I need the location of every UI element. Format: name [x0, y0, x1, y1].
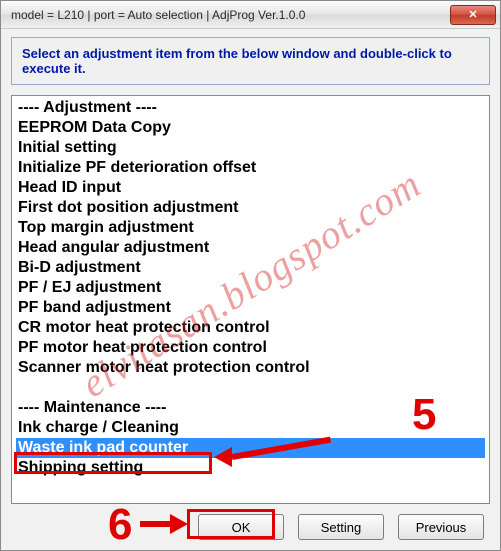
previous-button-label: Previous	[416, 520, 467, 535]
setting-button-label: Setting	[321, 520, 361, 535]
client-area: Select an adjustment item from the below…	[1, 29, 500, 550]
list-item[interactable]: EEPROM Data Copy	[16, 118, 485, 138]
list-item[interactable]: PF / EJ adjustment	[16, 278, 485, 298]
previous-button[interactable]: Previous	[398, 514, 484, 540]
list-item[interactable]: Waste ink pad counter	[16, 438, 485, 458]
list-item[interactable]: Initial setting	[16, 138, 485, 158]
annotation-number-5: 5	[412, 390, 436, 440]
button-row: OK Setting Previous	[11, 514, 490, 540]
list-item[interactable]: First dot position adjustment	[16, 198, 485, 218]
close-icon: ✕	[468, 8, 477, 21]
instruction-box: Select an adjustment item from the below…	[11, 37, 490, 85]
titlebar: model = L210 | port = Auto selection | A…	[1, 1, 500, 29]
window-title: model = L210 | port = Auto selection | A…	[11, 8, 450, 22]
adjustment-list-container: ---- Adjustment ----EEPROM Data CopyInit…	[11, 95, 490, 504]
ok-button-label: OK	[232, 520, 251, 535]
list-item[interactable]: Bi-D adjustment	[16, 258, 485, 278]
list-item[interactable]: Head ID input	[16, 178, 485, 198]
list-item[interactable]: ---- Adjustment ----	[16, 98, 485, 118]
ok-button[interactable]: OK	[198, 514, 284, 540]
list-item[interactable]: PF band adjustment	[16, 298, 485, 318]
close-button[interactable]: ✕	[450, 5, 496, 25]
list-item[interactable]: Scanner motor heat protection control	[16, 358, 485, 378]
list-item[interactable]: PF motor heat protection control	[16, 338, 485, 358]
app-window: model = L210 | port = Auto selection | A…	[0, 0, 501, 551]
list-item[interactable]: Shipping setting	[16, 458, 485, 478]
list-item[interactable]: Initialize PF deterioration offset	[16, 158, 485, 178]
adjustment-list[interactable]: ---- Adjustment ----EEPROM Data CopyInit…	[12, 96, 489, 503]
list-item[interactable]: CR motor heat protection control	[16, 318, 485, 338]
setting-button[interactable]: Setting	[298, 514, 384, 540]
instruction-text: Select an adjustment item from the below…	[22, 46, 452, 76]
list-item[interactable]: Head angular adjustment	[16, 238, 485, 258]
annotation-number-6: 6	[108, 500, 132, 550]
list-item[interactable]: Top margin adjustment	[16, 218, 485, 238]
